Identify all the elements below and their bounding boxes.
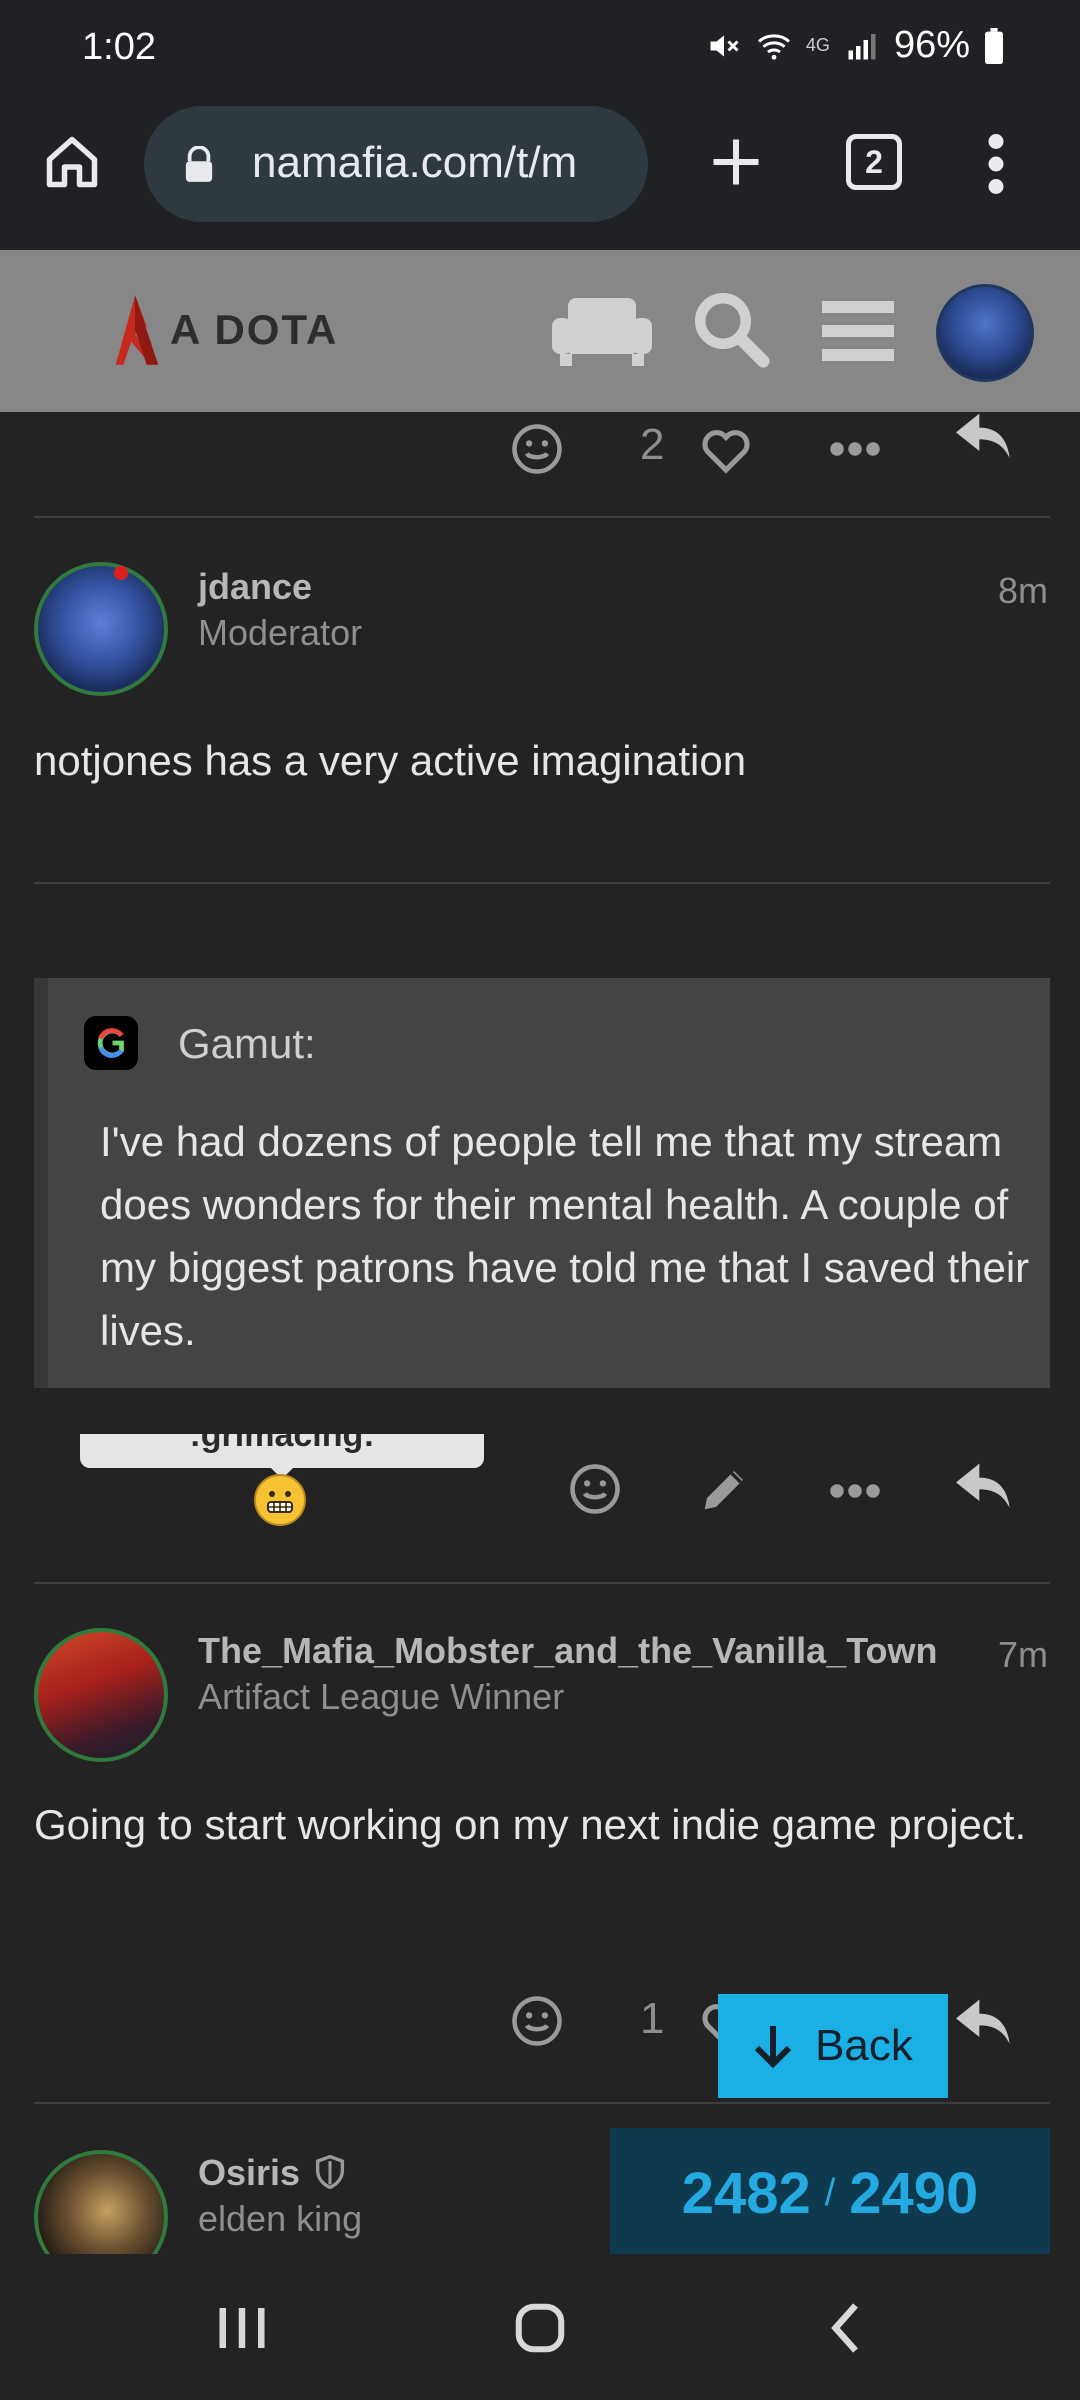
quote-author-avatar [84, 1016, 138, 1070]
signal-icon [848, 33, 876, 59]
like-count: 2 [640, 420, 665, 469]
status-bar: 1:02 4G 96% [0, 0, 1080, 98]
battery-percent: 96% [893, 24, 970, 66]
user-title: elden king [198, 2198, 363, 2239]
progress-separator: / [824, 2171, 836, 2214]
topic-progress[interactable]: 2482 / 2490 [610, 2128, 1050, 2254]
user-title: Artifact League Winner [198, 1676, 565, 1717]
add-reaction-icon[interactable] [568, 1462, 622, 1516]
status-dot [114, 566, 128, 580]
post-body: notjones has a very active imagination [34, 737, 747, 784]
home-circle-icon[interactable] [510, 2298, 570, 2358]
search-icon[interactable] [688, 286, 772, 370]
username[interactable]: The_Mafia_Mobster_and_the_Vanilla_Town [198, 1630, 938, 1672]
topic-stream: 2 jdance Moderator 8m notjones has a ver… [0, 412, 1080, 2254]
lock-icon [185, 146, 213, 182]
address-bar[interactable]: namafia.com/t/m [144, 106, 648, 222]
shield-icon [316, 2154, 345, 2190]
edit-pencil-icon[interactable] [698, 1462, 752, 1516]
post-divider [34, 2102, 1050, 2104]
quote-author[interactable]: Gamut: [178, 1020, 316, 1068]
status-time: 1:02 [82, 26, 156, 68]
browser-toolbar: namafia.com/t/m 2 [0, 98, 1080, 248]
progress-current: 2482 [681, 2160, 811, 2226]
post-divider [34, 882, 1050, 884]
avatar-jdance[interactable] [34, 562, 168, 696]
username[interactable]: jdance [198, 566, 312, 608]
post-time[interactable]: 8m [998, 570, 1048, 612]
logo-mark-icon [115, 295, 159, 365]
g-logo-icon [97, 1028, 124, 1058]
tooltip-text: :grimacing: [189, 1434, 375, 1454]
sofa-icon[interactable] [552, 294, 652, 366]
like-count: 1 [640, 1994, 665, 2043]
reply-icon[interactable] [956, 1462, 1012, 1512]
network-type: 4G [805, 35, 830, 55]
wifi-icon [757, 33, 790, 60]
grimacing-emoji-icon[interactable] [254, 1474, 306, 1526]
post-actions-previous: 2 [0, 412, 1080, 492]
new-tab-icon[interactable] [706, 132, 766, 192]
quote-text: I've had dozens of people tell me that m… [100, 1118, 1030, 1354]
home-icon[interactable] [42, 132, 102, 192]
user-title: Moderator [198, 612, 363, 653]
site-logo[interactable]: A DOTA [108, 290, 338, 370]
back-button-label: Back [815, 2021, 913, 2070]
avatar-the-mafia-mobster[interactable] [34, 1628, 168, 1762]
status-icons: 4G 96% [706, 24, 1004, 67]
more-vertical-icon[interactable] [982, 134, 1010, 194]
hamburger-menu-icon[interactable] [822, 300, 894, 362]
emoji-tooltip: :grimacing: [80, 1434, 484, 1468]
add-reaction-icon[interactable] [510, 422, 564, 476]
recent-apps-icon[interactable] [212, 2298, 272, 2358]
post-time[interactable]: 7m [998, 1634, 1048, 1676]
current-user-avatar[interactable] [936, 284, 1034, 382]
post-body: Going to start working on my next indie … [34, 1801, 1027, 1848]
post-divider [34, 1582, 1050, 1584]
more-horizontal-icon[interactable] [828, 1476, 882, 1506]
progress-total: 2490 [849, 2160, 979, 2226]
reply-icon[interactable] [956, 1998, 1012, 2048]
tab-switcher-button[interactable]: 2 [846, 134, 902, 190]
mute-icon [710, 35, 739, 56]
post-divider [34, 516, 1050, 518]
url-text: namafia.com/t/m [252, 138, 578, 187]
back-chevron-icon[interactable] [818, 2298, 878, 2358]
quote-block: Gamut: I've had dozens of people tell me… [34, 978, 1050, 1388]
heart-icon[interactable] [698, 422, 754, 476]
back-button[interactable]: Back [718, 1994, 948, 2098]
battery-icon [985, 27, 1003, 64]
system-navigation-bar [0, 2254, 1080, 2400]
more-horizontal-icon[interactable] [828, 434, 882, 464]
site-header: A DOTA [0, 250, 1080, 412]
username[interactable]: Osiris [198, 2152, 346, 2194]
avatar-osiris[interactable] [34, 2150, 168, 2254]
arrow-down-icon [754, 2026, 792, 2068]
logo-text: A DOTA [170, 306, 339, 353]
reply-icon[interactable] [956, 412, 1012, 462]
add-reaction-icon[interactable] [510, 1994, 564, 2048]
